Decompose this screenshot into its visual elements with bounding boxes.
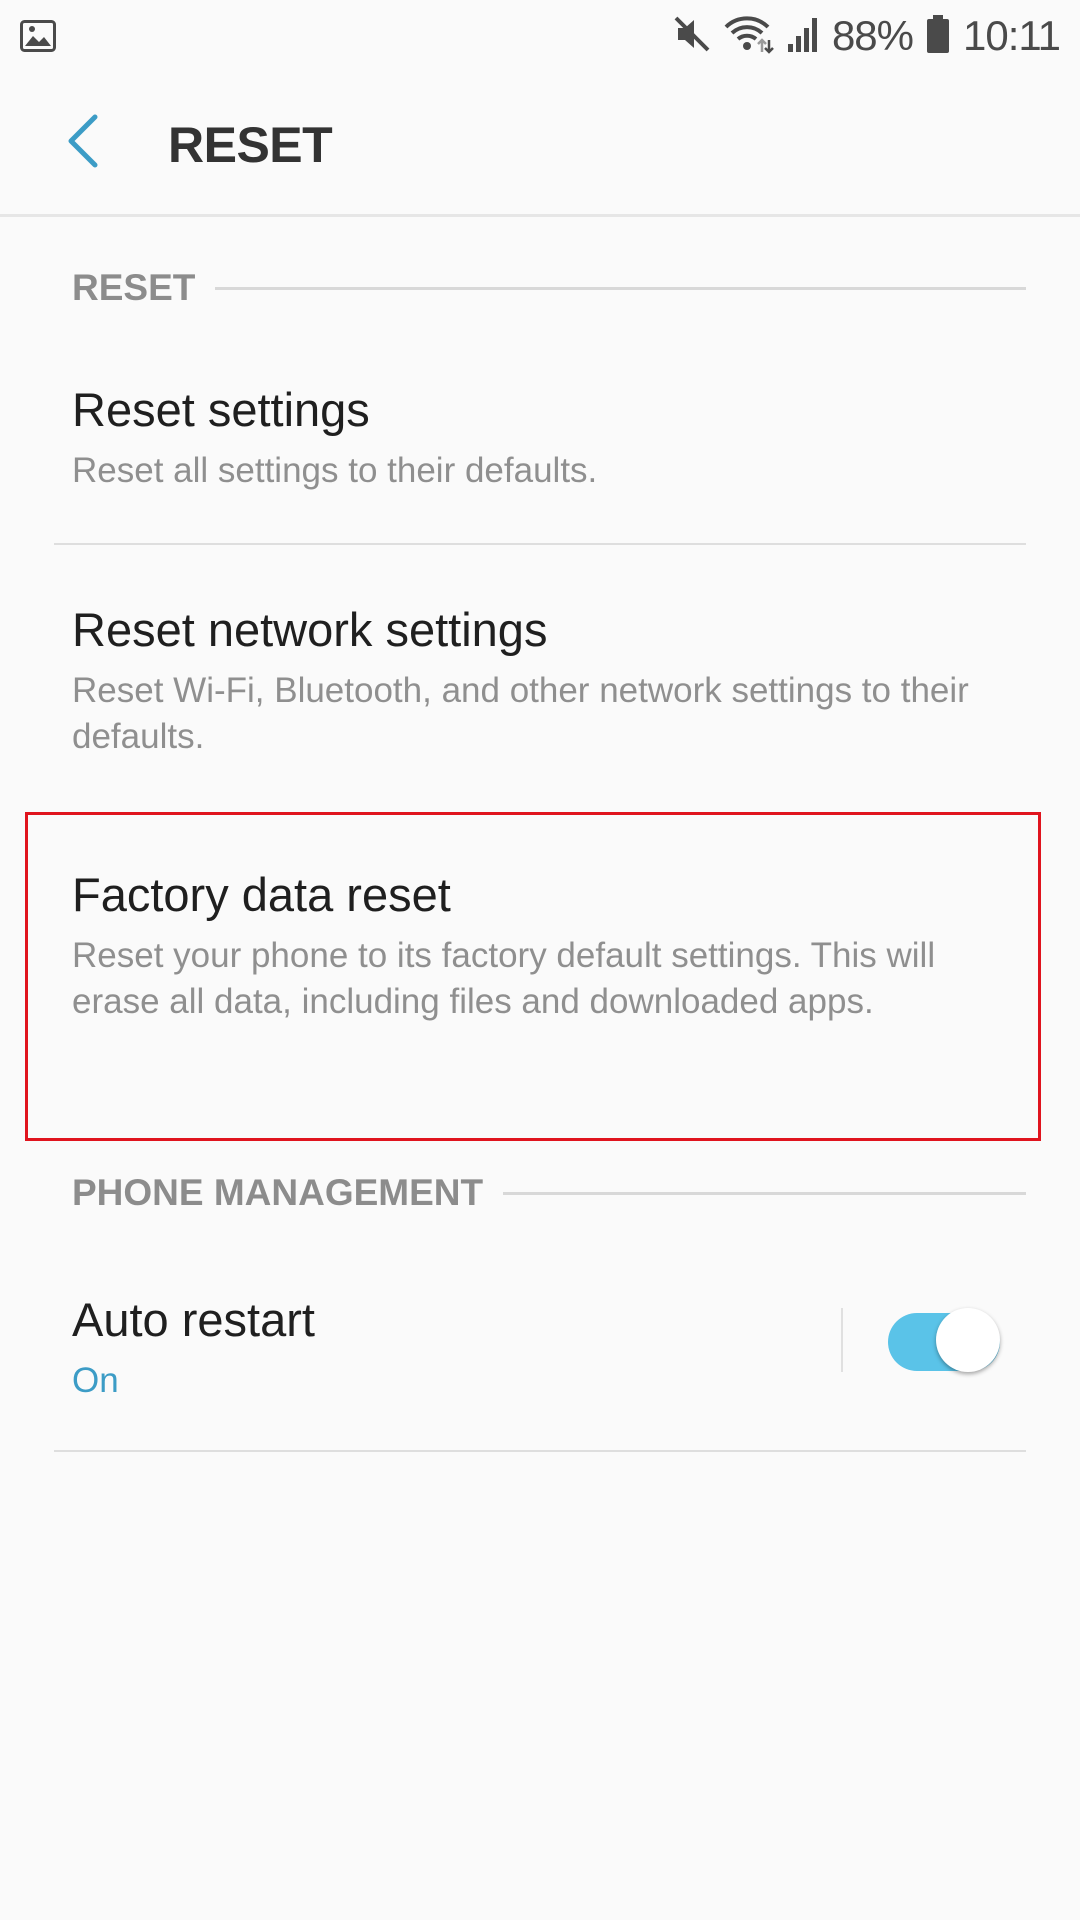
chevron-left-icon — [65, 113, 101, 174]
item-summary: Reset all settings to their defaults. — [72, 451, 598, 490]
clock: 10:11 — [963, 12, 1061, 59]
highlight-box — [25, 812, 1041, 1141]
item-title: Auto restart — [72, 1293, 315, 1346]
item-title: Reset settings — [72, 383, 370, 436]
section-header-rule — [215, 286, 1026, 290]
section-header-rule — [503, 1191, 1026, 1195]
battery-icon — [925, 14, 951, 59]
item-status: On — [72, 1361, 119, 1400]
auto-restart-toggle[interactable] — [888, 1308, 1000, 1372]
item-title: Reset network settings — [72, 603, 548, 656]
section-header-label: PHONE MANAGEMENT — [72, 1172, 484, 1213]
item-summary: Reset Wi-Fi, Bluetooth, and other networ… — [72, 671, 969, 756]
gallery-notification-icon — [20, 20, 56, 52]
toggle-knob — [936, 1308, 1000, 1372]
back-button[interactable] — [48, 108, 118, 178]
page-title: RESET — [168, 117, 333, 173]
vertical-separator — [841, 1308, 843, 1372]
status-bar: 88% 10:11 — [0, 0, 1080, 72]
mute-icon — [672, 14, 712, 59]
signal-icon — [786, 14, 820, 59]
status-icons: 88% 10:11 — [672, 0, 1061, 72]
list-item-reset-network-settings[interactable]: Reset network settings Reset Wi-Fi, Blue… — [0, 580, 1080, 780]
wifi-icon — [724, 14, 774, 59]
app-bar: RESET — [0, 72, 1080, 217]
section-header-phone-management: PHONE MANAGEMENT — [72, 1168, 1026, 1218]
list-item-reset-settings[interactable]: Reset settings Reset all settings to the… — [0, 360, 1080, 544]
section-header-reset: RESET — [72, 263, 1026, 313]
section-header-label: RESET — [72, 267, 196, 308]
divider — [54, 1450, 1026, 1452]
divider — [54, 543, 1026, 545]
battery-percent: 88% — [831, 12, 914, 59]
